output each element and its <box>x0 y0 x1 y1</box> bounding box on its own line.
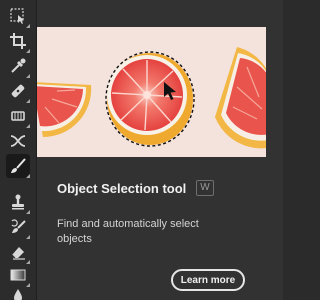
eyedropper-tool[interactable] <box>6 54 30 78</box>
tool-description: Find and automatically select objects <box>57 218 199 245</box>
clone-stamp-icon <box>12 194 24 210</box>
crop-tool-icon <box>10 33 26 49</box>
gradient-tool-icon <box>10 269 26 281</box>
flyout-indicator <box>26 74 30 78</box>
tooltip-title-row: Object Selection tool W <box>57 180 214 196</box>
learn-more-button[interactable]: Learn more <box>171 269 245 291</box>
patch-tool-icon <box>11 111 25 121</box>
object-selection-tool[interactable] <box>6 4 30 28</box>
content-aware-move-icon <box>10 135 26 147</box>
shortcut-badge: W <box>196 180 214 196</box>
flyout-indicator <box>26 124 30 128</box>
blur-tool-icon <box>14 289 22 300</box>
flyout-indicator <box>26 24 30 28</box>
tool-preview-image <box>37 27 266 157</box>
clone-stamp[interactable] <box>6 190 30 214</box>
spot-healing-brush-icon <box>11 84 25 98</box>
grapefruit-illustration <box>37 27 266 157</box>
object-selection-tool-icon <box>10 8 24 24</box>
flyout-indicator <box>26 210 30 214</box>
crop-tool[interactable] <box>6 29 30 53</box>
brush-tool[interactable] <box>6 154 30 178</box>
flyout-indicator <box>26 99 30 103</box>
brush-tool-icon <box>11 158 26 173</box>
blur-tool[interactable] <box>6 284 30 300</box>
eyedropper-tool-icon <box>11 58 26 73</box>
tools-panel <box>0 0 37 300</box>
tool-title: Object Selection tool <box>57 180 187 196</box>
patch-tool[interactable] <box>6 104 30 128</box>
content-aware-move[interactable] <box>6 129 30 153</box>
flyout-indicator <box>26 49 30 53</box>
history-brush-icon <box>11 219 26 233</box>
eraser-tool[interactable] <box>6 240 30 264</box>
history-brush[interactable] <box>6 215 30 239</box>
eraser-tool-icon <box>11 247 25 260</box>
flyout-indicator <box>26 174 30 178</box>
flyout-indicator <box>26 235 30 239</box>
spot-healing-brush[interactable] <box>6 79 30 103</box>
rich-tooltip: Object Selection tool W Find and automat… <box>37 0 283 300</box>
